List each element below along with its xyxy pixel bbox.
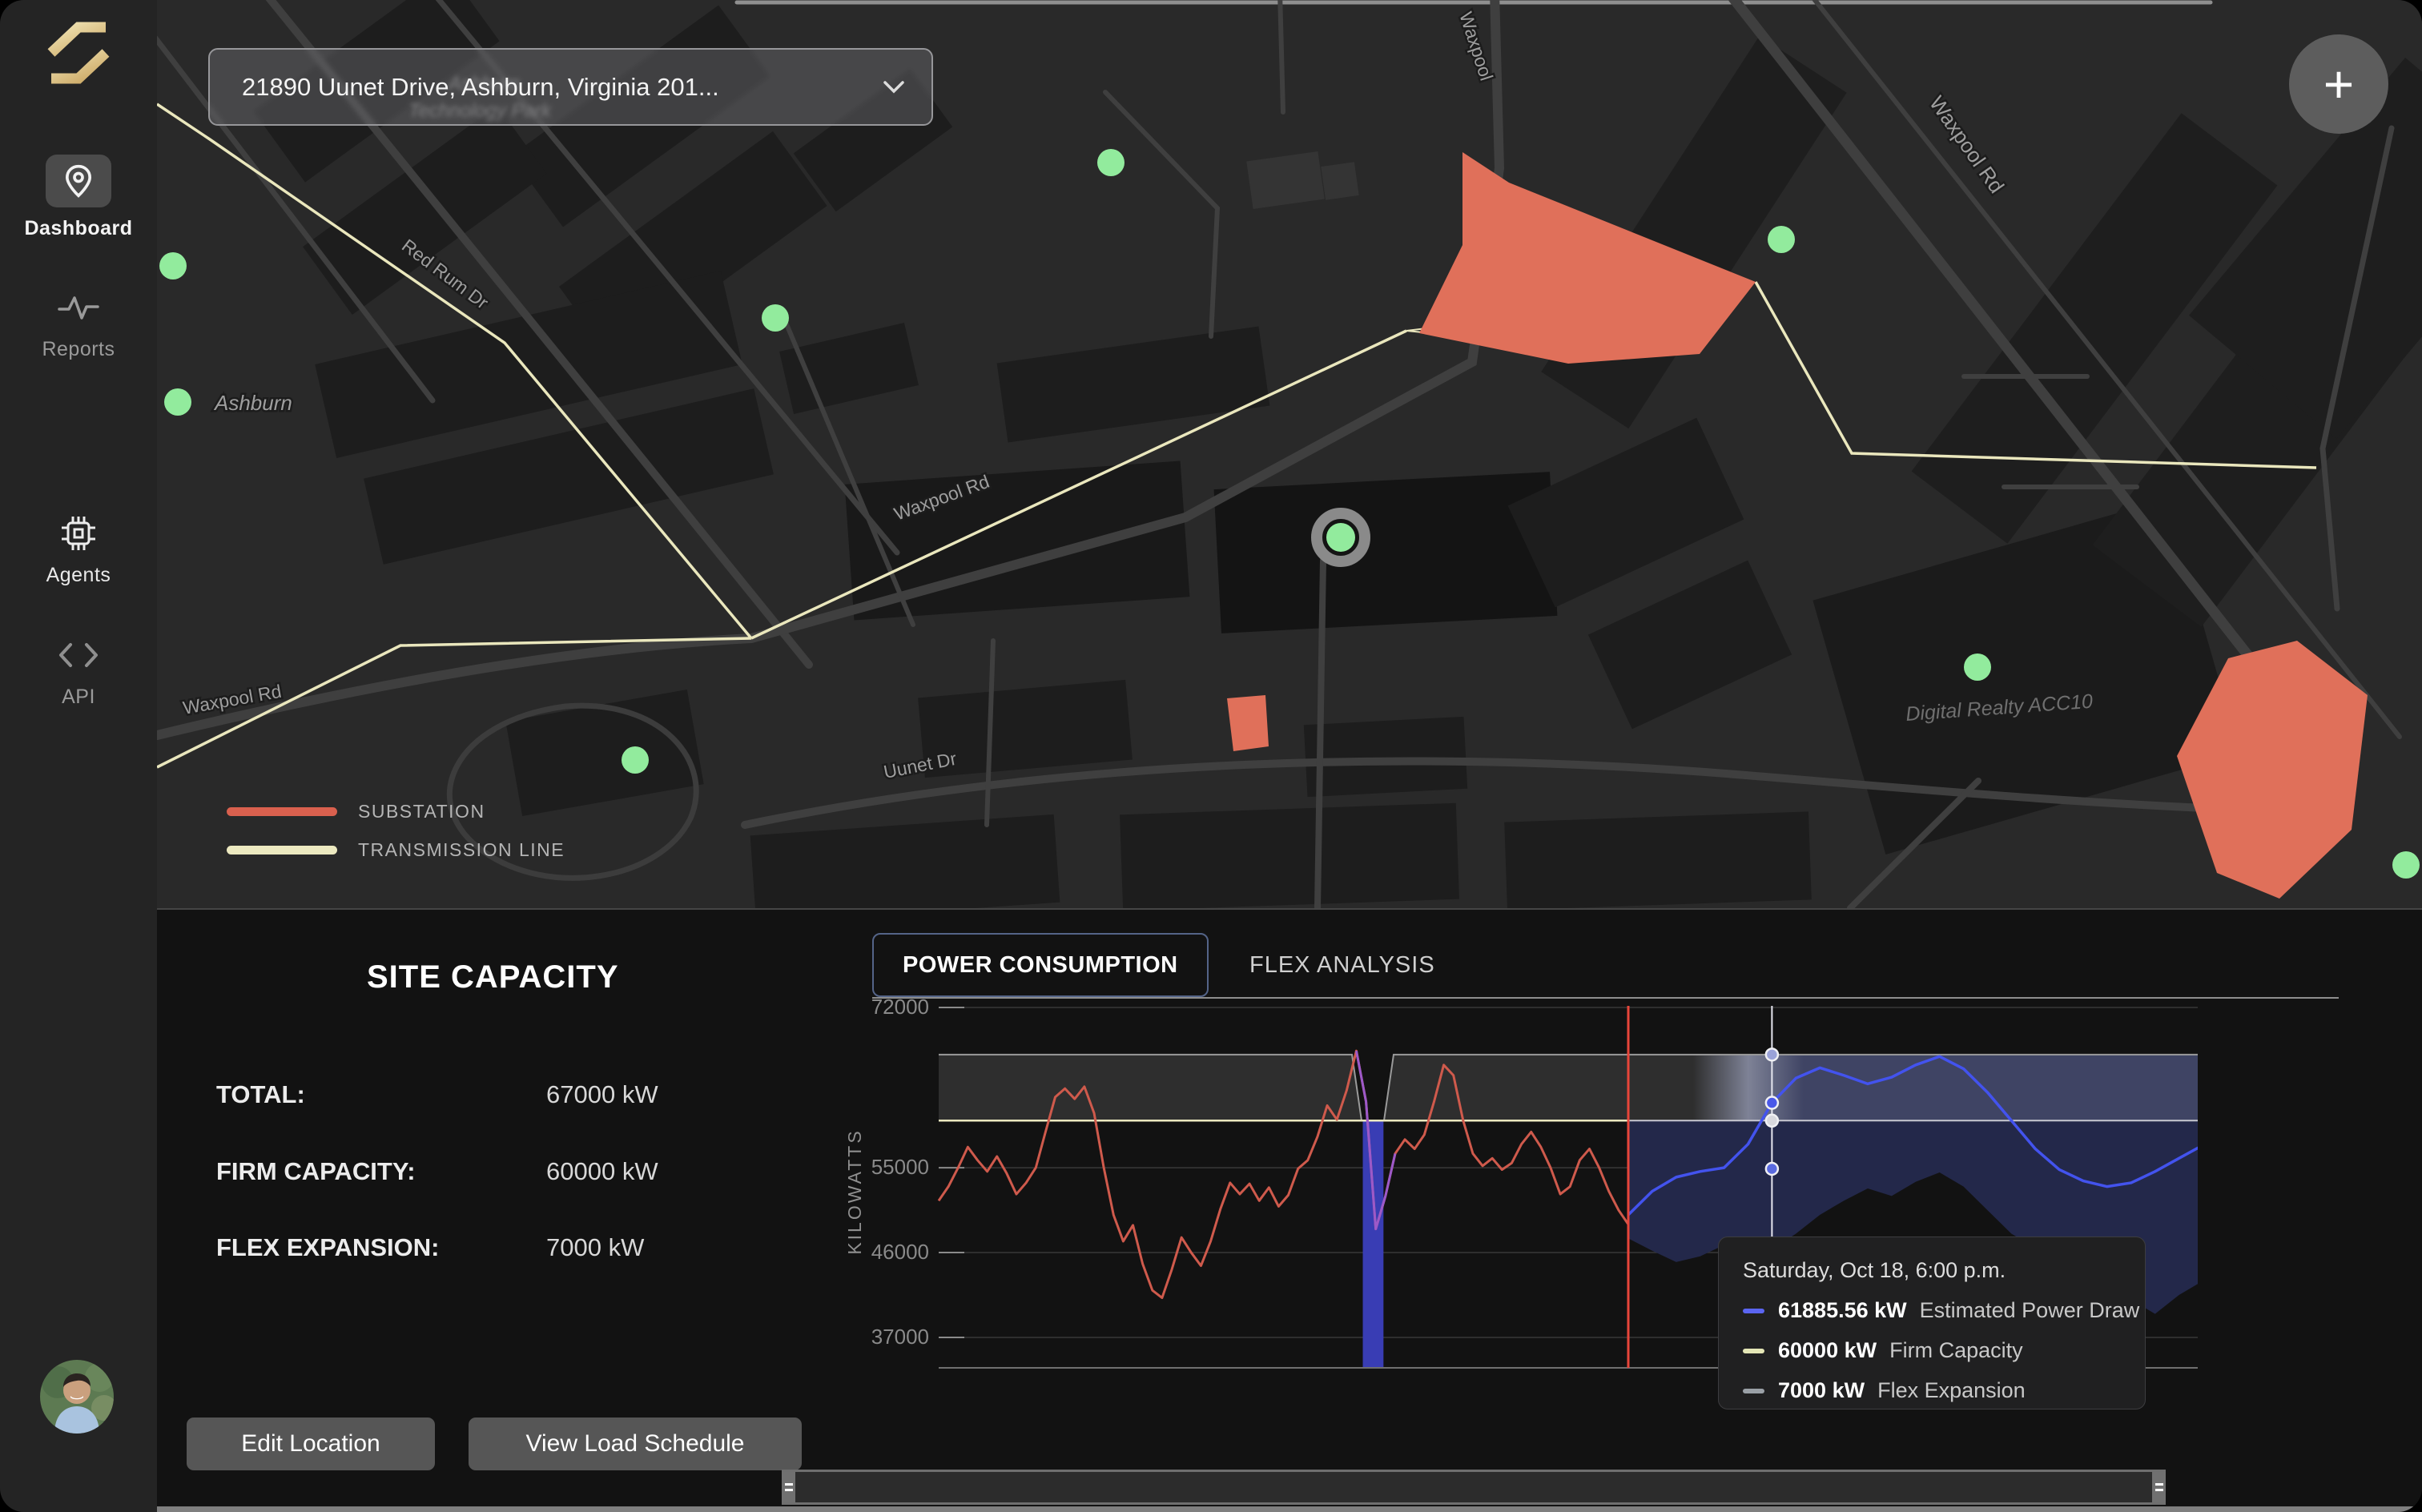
map-legend: SUBSTATION TRANSMISSION LINE: [227, 801, 565, 878]
cpu-chip-icon: [46, 513, 111, 554]
flex-dash-icon: [1743, 1389, 1764, 1393]
tab-flex-analysis[interactable]: FLEX ANALYSIS: [1249, 933, 1435, 997]
address-selector[interactable]: 21890 Uunet Drive, Ashburn, Virginia 201…: [208, 48, 933, 126]
firm-value: 60000 kW: [1778, 1338, 1877, 1363]
map-marker[interactable]: [2392, 851, 2420, 879]
activity-pulse-icon: [46, 287, 111, 328]
map-zoom-in-button[interactable]: +: [2289, 34, 2388, 134]
firm-label: Firm Capacity: [1889, 1338, 2023, 1363]
tab-underline: [872, 997, 2339, 999]
estimate-dash-icon: [1743, 1309, 1764, 1313]
map-marker[interactable]: [1768, 226, 1795, 253]
dashboard-active-highlight: [46, 155, 111, 207]
firm-capacity-label: FIRM CAPACITY:: [216, 1157, 553, 1186]
code-brackets-icon: [46, 634, 111, 676]
town-label: Ashburn: [213, 391, 292, 415]
legend-substation: SUBSTATION: [227, 801, 565, 822]
sidebar-label-api: API: [0, 686, 157, 709]
y-axis-tick: 46000: [817, 1240, 929, 1265]
y-axis-tick: 37000: [817, 1325, 929, 1349]
map-marker[interactable]: [1964, 653, 1991, 681]
sidebar-item-dashboard[interactable]: Dashboard: [0, 155, 157, 240]
scrollbar-right-handle[interactable]: [2152, 1472, 2166, 1502]
address-selector-value: 21890 Uunet Drive, Ashburn, Virginia 201…: [242, 73, 883, 102]
road-label-waxpool-3: Waxpool Rd: [1925, 91, 2009, 197]
location-pin-icon: [62, 163, 95, 199]
map-marker[interactable]: [159, 252, 187, 279]
sidebar-item-api[interactable]: API: [0, 634, 157, 709]
chevron-down-icon: [883, 81, 904, 94]
legend-transmission: TRANSMISSION LINE: [227, 839, 565, 860]
sidebar-label-dashboard: Dashboard: [0, 217, 157, 240]
total-label: TOTAL:: [216, 1080, 553, 1109]
chart-range-scrollbar[interactable]: [782, 1470, 2166, 1505]
tooltip-row-estimate: 61885.56 kW Estimated Power Draw: [1743, 1298, 2121, 1323]
user-avatar[interactable]: [40, 1360, 114, 1434]
firm-dash-icon: [1743, 1349, 1764, 1353]
tooltip-title: Saturday, Oct 18, 6:00 p.m.: [1743, 1258, 2121, 1283]
map-canvas[interactable]: Ashburn Technology Park Ashburn Digital …: [157, 0, 2422, 908]
sidebar-label-reports: Reports: [0, 338, 157, 361]
chart-tooltip: Saturday, Oct 18, 6:00 p.m. 61885.56 kW …: [1718, 1237, 2146, 1409]
plus-icon: +: [2323, 54, 2355, 115]
app-window: Ashburn Technology Park Ashburn Digital …: [0, 0, 2422, 1512]
edit-location-button[interactable]: Edit Location: [187, 1418, 435, 1470]
tooltip-row-flex: 7000 kW Flex Expansion: [1743, 1378, 2121, 1403]
y-axis-tick: 55000: [817, 1155, 929, 1180]
map-marker[interactable]: [164, 388, 191, 416]
tab-power-consumption[interactable]: POWER CONSUMPTION: [872, 933, 1209, 997]
transmission-swatch: [227, 846, 337, 855]
flex-label: Flex Expansion: [1877, 1378, 2026, 1403]
road-label-uunet: Uunet Dr: [882, 748, 959, 782]
transmission-label: TRANSMISSION LINE: [358, 839, 565, 861]
site-capacity-title: SITE CAPACITY: [367, 959, 619, 995]
sidebar: Dashboard Reports: [0, 0, 157, 1512]
map-marker[interactable]: [1097, 149, 1124, 176]
sidebar-item-agents[interactable]: Agents: [0, 513, 157, 587]
bottom-edge-strip: [157, 1506, 2422, 1512]
sidebar-item-reports[interactable]: Reports: [0, 287, 157, 361]
sidebar-label-agents: Agents: [0, 564, 157, 587]
flex-value: 7000 kW: [1778, 1378, 1865, 1403]
map-marker[interactable]: [762, 304, 789, 332]
flex-expansion-label: FLEX EXPANSION:: [216, 1233, 553, 1262]
y-axis-tick: 72000: [817, 995, 929, 1019]
substation-label: SUBSTATION: [358, 801, 485, 822]
tooltip-row-firm: 60000 kW Firm Capacity: [1743, 1338, 2121, 1363]
scrollbar-left-handle[interactable]: [782, 1472, 795, 1502]
company-logo: [40, 18, 117, 88]
estimate-label: Estimated Power Draw: [1920, 1298, 2140, 1323]
map-layers: Ashburn Technology Park Ashburn Digital …: [157, 0, 2422, 908]
substation-swatch: [227, 807, 337, 816]
map-marker[interactable]: [622, 746, 649, 774]
view-load-schedule-button[interactable]: View Load Schedule: [469, 1418, 802, 1470]
estimate-value: 61885.56 kW: [1778, 1298, 1907, 1323]
avatar-photo: [40, 1360, 114, 1434]
